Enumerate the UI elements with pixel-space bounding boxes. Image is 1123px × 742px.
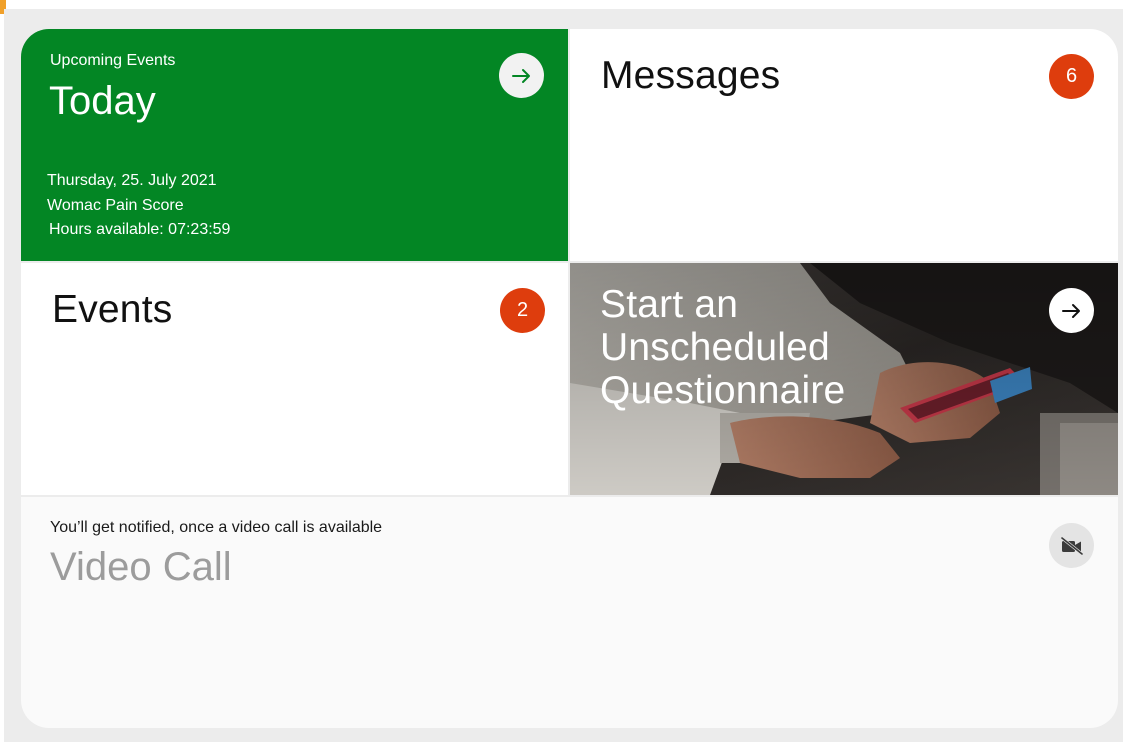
questionnaire-start-button[interactable] <box>1049 288 1094 333</box>
messages-card[interactable]: Messages 6 <box>570 29 1118 261</box>
arrow-right-icon <box>1061 303 1080 318</box>
events-title: Events <box>52 288 173 331</box>
dashboard: Upcoming Events Today Thursday, 25. July… <box>21 29 1118 728</box>
today-title: Today <box>49 79 156 123</box>
today-open-button[interactable] <box>499 53 544 98</box>
video-call-button <box>1049 523 1094 568</box>
questionnaire-card[interactable]: Start an Unscheduled Questionnaire <box>570 263 1118 495</box>
events-card[interactable]: Events 2 <box>21 263 568 495</box>
today-hours-available: Hours available: 07:23:59 <box>49 221 231 238</box>
events-count-badge: 2 <box>500 288 545 333</box>
today-date: Thursday, 25. July 2021 <box>47 172 217 189</box>
today-details: Thursday, 25. July 2021 Womac Pain Score… <box>47 169 230 243</box>
video-call-card: You’ll get notified, once a video call i… <box>21 497 1118 728</box>
messages-title: Messages <box>601 54 781 97</box>
today-event-name: Womac Pain Score <box>47 196 184 214</box>
arrow-right-icon <box>511 68 530 83</box>
video-off-icon <box>1060 536 1083 555</box>
messages-count-badge: 6 <box>1049 54 1094 99</box>
video-call-notice: You’ll get notified, once a video call i… <box>50 519 383 536</box>
today-eyebrow: Upcoming Events <box>50 52 176 69</box>
questionnaire-title: Start an Unscheduled Questionnaire <box>600 283 846 412</box>
video-call-title: Video Call <box>50 545 232 589</box>
today-card[interactable]: Upcoming Events Today Thursday, 25. July… <box>21 29 568 261</box>
